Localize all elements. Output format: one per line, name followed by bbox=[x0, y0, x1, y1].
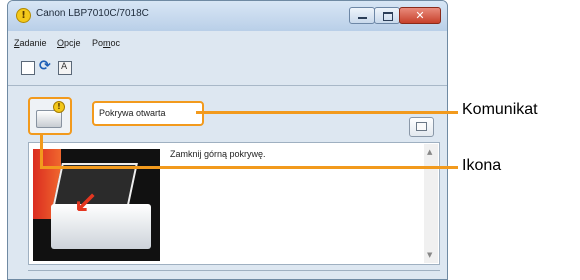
status-divider bbox=[28, 270, 440, 271]
warning-icon: ! bbox=[53, 101, 65, 113]
callout-line-icon bbox=[40, 166, 458, 169]
callout-label-message: Komunikat bbox=[462, 101, 538, 118]
detail-panel: ↙ Zamknij górną pokrywę. ▲ ▼ bbox=[28, 142, 440, 265]
detail-instruction: Zamknij górną pokrywę. bbox=[170, 149, 266, 159]
maximize-icon bbox=[383, 12, 393, 21]
window-title: Canon LBP7010C/7018C bbox=[36, 8, 149, 19]
scroll-up-icon[interactable]: ▲ bbox=[427, 148, 432, 156]
minimize-icon bbox=[358, 17, 367, 19]
scrollbar[interactable]: ▲ ▼ bbox=[424, 144, 438, 263]
details-icon bbox=[416, 122, 427, 131]
refresh-icon[interactable]: ⟳ bbox=[39, 58, 53, 75]
printer-body-shape bbox=[51, 204, 151, 249]
menu-pomoc[interactable]: Pomoc bbox=[92, 38, 120, 48]
page-icon[interactable] bbox=[21, 61, 35, 75]
details-button[interactable] bbox=[409, 117, 434, 137]
close-cover-arrow-icon: ↙ bbox=[73, 186, 99, 221]
title-bar[interactable]: ! Canon LBP7010C/7018C ✕ bbox=[8, 1, 447, 31]
status-message-box: Pokrywa otwarta bbox=[92, 101, 204, 126]
menu-opcje[interactable]: Opcje bbox=[57, 38, 81, 48]
printer-warning-icon: ! bbox=[28, 97, 72, 135]
close-icon: ✕ bbox=[415, 9, 425, 22]
close-button[interactable]: ✕ bbox=[399, 7, 441, 24]
status-message: Pokrywa otwarta bbox=[99, 108, 166, 118]
callout-label-icon: Ikona bbox=[462, 157, 502, 174]
callout-line-message bbox=[196, 111, 458, 114]
warning-badge-icon: ! bbox=[16, 8, 31, 23]
callout-vline-icon bbox=[40, 134, 43, 168]
menu-bar: Zadanie Opcje Pomoc bbox=[8, 36, 447, 52]
toolbar: ⟳ A bbox=[8, 58, 447, 79]
printer-status-window: ! Canon LBP7010C/7018C ✕ Zadanie Opcje P… bbox=[7, 0, 448, 280]
scroll-down-icon[interactable]: ▼ bbox=[427, 251, 432, 259]
menu-zadanie[interactable]: Zadanie bbox=[14, 38, 47, 48]
toolbar-divider bbox=[8, 85, 447, 86]
maximize-button[interactable] bbox=[374, 7, 400, 24]
minimize-button[interactable] bbox=[349, 7, 375, 24]
status-monitor-icon[interactable]: A bbox=[58, 61, 72, 75]
